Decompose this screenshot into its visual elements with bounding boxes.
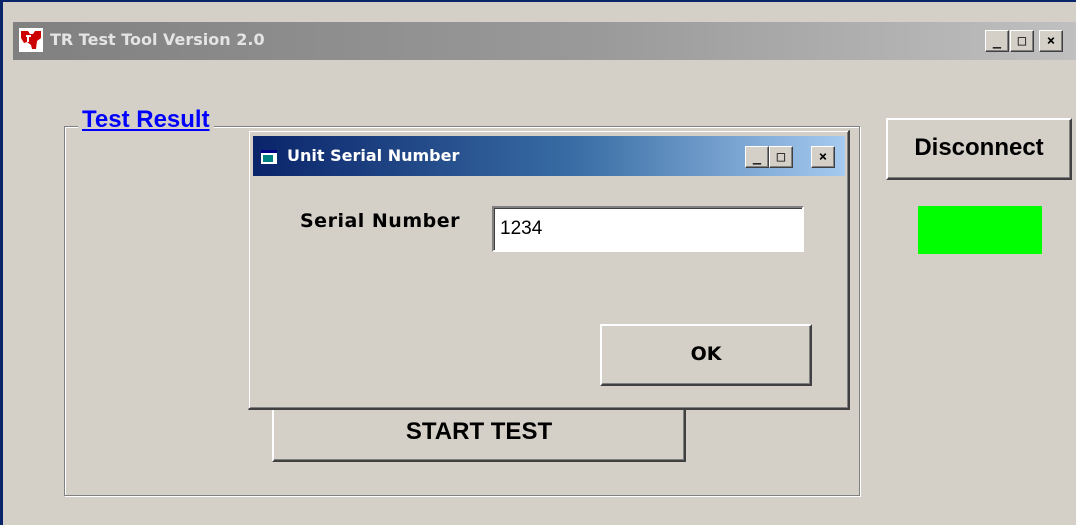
test-result-legend[interactable]: Test Result xyxy=(78,104,214,136)
window-app-icon xyxy=(261,150,277,164)
serial-number-label: Serial Number xyxy=(300,210,460,232)
maximize-button[interactable]: □ xyxy=(1010,30,1034,52)
dialog-close-button[interactable]: × xyxy=(811,146,835,168)
app-logo-icon xyxy=(19,28,43,52)
window-title: TR Test Tool Version 2.0 xyxy=(50,30,265,49)
main-titlebar[interactable]: TR Test Tool Version 2.0 _ □ × xyxy=(13,22,1076,60)
close-button[interactable]: × xyxy=(1039,30,1063,52)
serial-number-input[interactable] xyxy=(492,206,804,252)
disconnect-button[interactable]: Disconnect xyxy=(886,118,1072,180)
dialog-titlebar[interactable]: Unit Serial Number _ □ × xyxy=(253,136,845,176)
dialog-title: Unit Serial Number xyxy=(287,146,460,165)
minimize-button[interactable]: _ xyxy=(985,30,1009,52)
connection-status-indicator xyxy=(918,206,1042,254)
start-test-button[interactable]: START TEST xyxy=(272,404,686,462)
ok-button[interactable]: OK xyxy=(600,324,812,386)
dialog-maximize-button[interactable]: □ xyxy=(769,146,793,168)
dialog-minimize-button[interactable]: _ xyxy=(745,146,769,168)
